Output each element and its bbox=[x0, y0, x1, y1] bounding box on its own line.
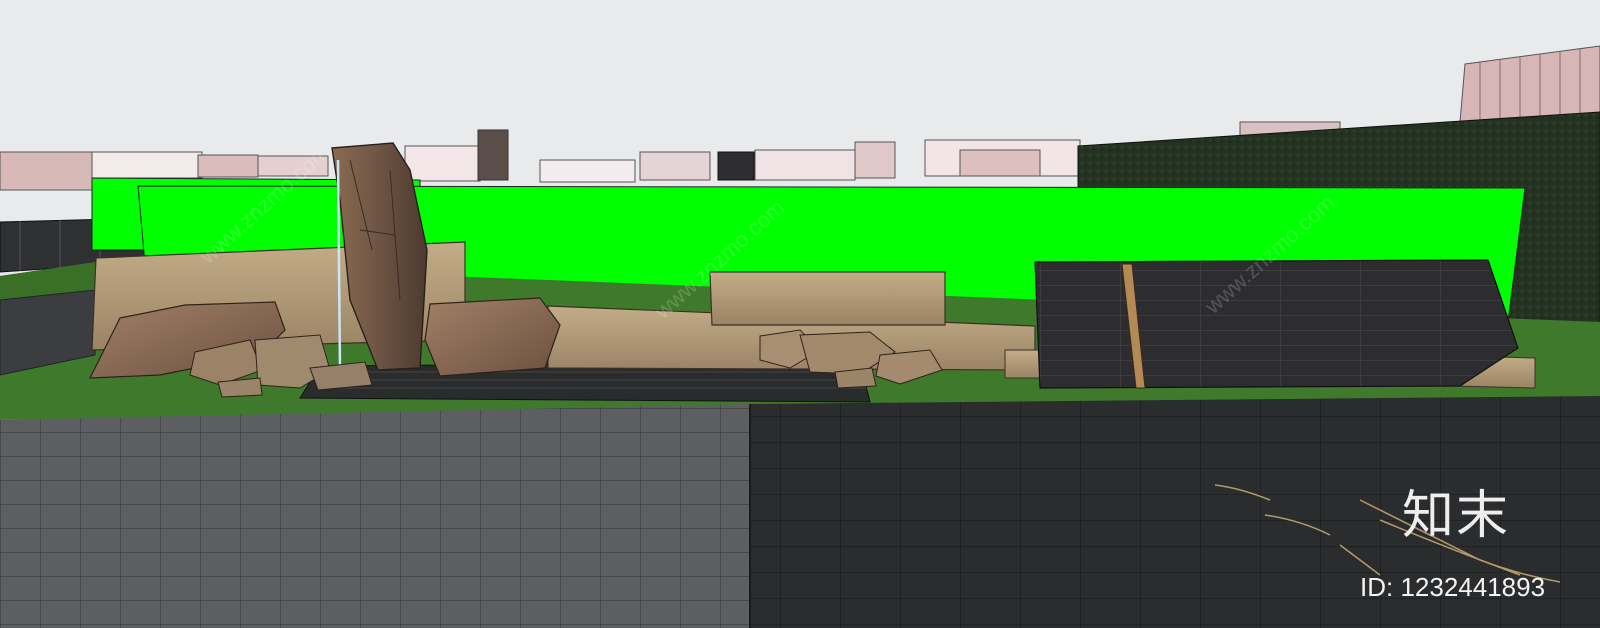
slate-feature-wall bbox=[1034, 259, 1519, 389]
landscape-model-render bbox=[0, 0, 1600, 628]
stone-slab-bench bbox=[709, 271, 946, 326]
watermark-id: ID: 1232441893 bbox=[1360, 572, 1546, 602]
watermark-logo: 知末 bbox=[1402, 486, 1511, 546]
light-paving bbox=[0, 404, 750, 628]
sketchup-scene: www.znzmo.com www.znzmo.com www.znzmo.co… bbox=[0, 0, 1600, 628]
